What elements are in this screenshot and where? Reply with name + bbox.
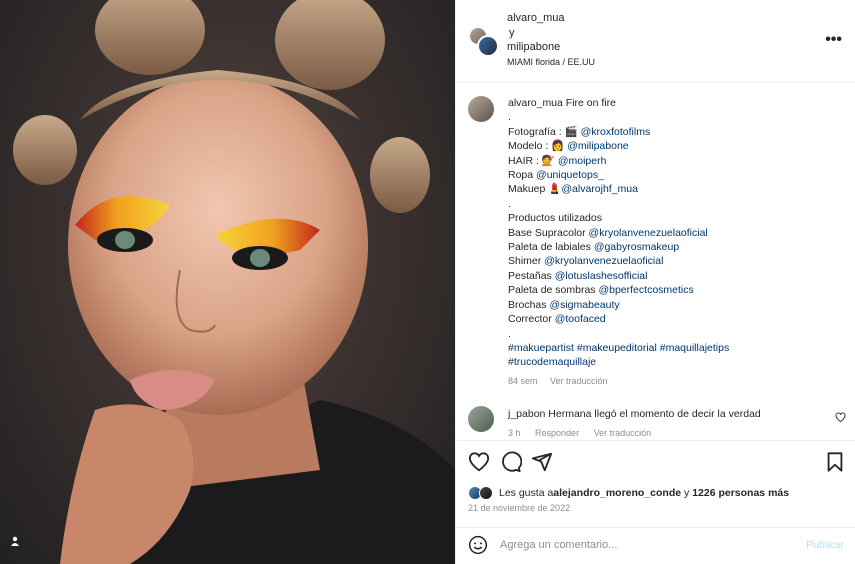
product-label: Shimer xyxy=(508,255,545,268)
comment-item: j_pabon Hermana llegó el momento de deci… xyxy=(456,404,855,444)
credit-label: Ropa xyxy=(508,169,537,182)
heart-icon[interactable] xyxy=(468,451,490,473)
avatar xyxy=(477,35,499,57)
hashtags-line[interactable]: #trucodemaquillaje xyxy=(508,355,838,369)
avatar[interactable] xyxy=(468,406,494,432)
comment-meta: 3 h Responder Ver traducción xyxy=(508,428,663,438)
hashtags-line[interactable]: #makuepartist #makeupeditorial #maquilla… xyxy=(508,341,838,355)
share-send-icon[interactable] xyxy=(531,451,553,473)
more-horizontal-icon[interactable]: ••• xyxy=(825,31,842,49)
add-comment-bar: Publicar xyxy=(456,527,855,561)
collab-avatars[interactable] xyxy=(468,26,499,57)
likes-user-link[interactable]: alejandro_moreno_conde xyxy=(553,487,681,499)
caption-body: alvaro_mua Fire on fire . Fotografía : 🎬… xyxy=(508,96,838,388)
caption-dot: . xyxy=(508,197,511,210)
post-date: 21 de noviembre de 2022 xyxy=(468,503,571,513)
likes-summary: Les gusta a alejandro_moreno_conde y 122… xyxy=(468,485,789,501)
product-handle-link[interactable]: @bperfectcosmetics xyxy=(598,284,693,296)
credit-handle-link[interactable]: @kroxfotofilms xyxy=(581,126,651,138)
product-handle-link[interactable]: @gabyrosmakeup xyxy=(594,241,679,253)
see-translation-link[interactable]: Ver traducción xyxy=(594,428,652,438)
caption-title: Fire on fire xyxy=(565,97,616,109)
comment-icon[interactable] xyxy=(500,451,523,473)
product-handle-link[interactable]: @kryolanvenezuelaoficial xyxy=(589,227,708,239)
post-actions: Les gusta a alejandro_moreno_conde y 122… xyxy=(456,440,855,560)
product-handle-link[interactable]: @lotuslashesofficial xyxy=(555,270,648,282)
header-connector: y xyxy=(509,27,515,39)
avatar[interactable] xyxy=(468,96,494,122)
publish-button[interactable]: Publicar xyxy=(806,539,844,551)
tagged-users-icon[interactable] xyxy=(10,536,26,552)
avatar xyxy=(479,486,493,500)
comment-username[interactable]: j_pabon xyxy=(508,408,545,420)
see-translation-link[interactable]: Ver traducción xyxy=(550,376,608,386)
header-username-1[interactable]: alvaro_mua xyxy=(507,12,564,24)
caption-dot: . xyxy=(508,327,511,340)
like-comment-heart-icon[interactable] xyxy=(835,412,846,425)
credit-handle-link[interactable]: @alvarojhf_mua xyxy=(561,183,638,195)
post-photo[interactable] xyxy=(0,0,455,564)
credit-handle-link[interactable]: @moiperh xyxy=(558,155,607,167)
credit-label: HAIR : 💇 xyxy=(508,154,558,167)
credit-handle-link[interactable]: @milipabone xyxy=(567,140,628,152)
post-header: alvaro_mua y milipabone MIAMI florida / … xyxy=(456,0,855,83)
credit-handle-link[interactable]: @uniquetops_ xyxy=(536,169,604,181)
emoji-icon[interactable] xyxy=(468,535,488,555)
credit-label: Makuep 💄 xyxy=(508,183,562,196)
products-title: Productos utilizados xyxy=(508,212,602,225)
likes-middle: y xyxy=(681,487,693,499)
post-location[interactable]: MIAMI florida / EE.UU xyxy=(507,57,595,67)
comment-text-line: j_pabon Hermana llegó el momento de deci… xyxy=(508,408,761,420)
comment-time[interactable]: 3 h xyxy=(508,428,521,438)
model-portrait-illustration xyxy=(13,0,455,564)
product-handle-link[interactable]: @kryolanvenezuelaoficial xyxy=(544,255,663,267)
product-label: Paleta de labiales xyxy=(508,241,594,254)
caption-dot: . xyxy=(508,111,511,124)
post-side-panel: alvaro_mua y milipabone MIAMI florida / … xyxy=(455,0,855,564)
comment-input[interactable] xyxy=(500,535,790,555)
likes-prefix: Les gusta a xyxy=(499,487,554,499)
reply-button[interactable]: Responder xyxy=(535,428,579,438)
credit-label: Fotografía : 🎬 xyxy=(508,125,581,138)
product-handle-link[interactable]: @toofaced xyxy=(555,313,606,325)
product-label: Corrector xyxy=(508,313,555,326)
product-label: Pestañas xyxy=(508,269,555,282)
product-label: Paleta de sombras xyxy=(508,284,599,297)
header-username-2[interactable]: milipabone xyxy=(507,41,560,53)
likes-count-link[interactable]: 1226 personas más xyxy=(692,487,789,499)
credit-label: Modelo : 👩 xyxy=(508,140,568,153)
caption-time[interactable]: 84 sem xyxy=(508,376,538,386)
product-label: Brochas xyxy=(508,298,550,311)
comment-text: Hermana llegó el momento de decir la ver… xyxy=(548,408,761,420)
caption-meta: 84 sem Ver traducción xyxy=(508,374,838,388)
caption-username[interactable]: alvaro_mua xyxy=(508,97,563,109)
product-label: Base Supracolor xyxy=(508,226,589,239)
product-handle-link[interactable]: @sigmabeauty xyxy=(549,299,619,311)
save-bookmark-icon[interactable] xyxy=(824,451,846,473)
